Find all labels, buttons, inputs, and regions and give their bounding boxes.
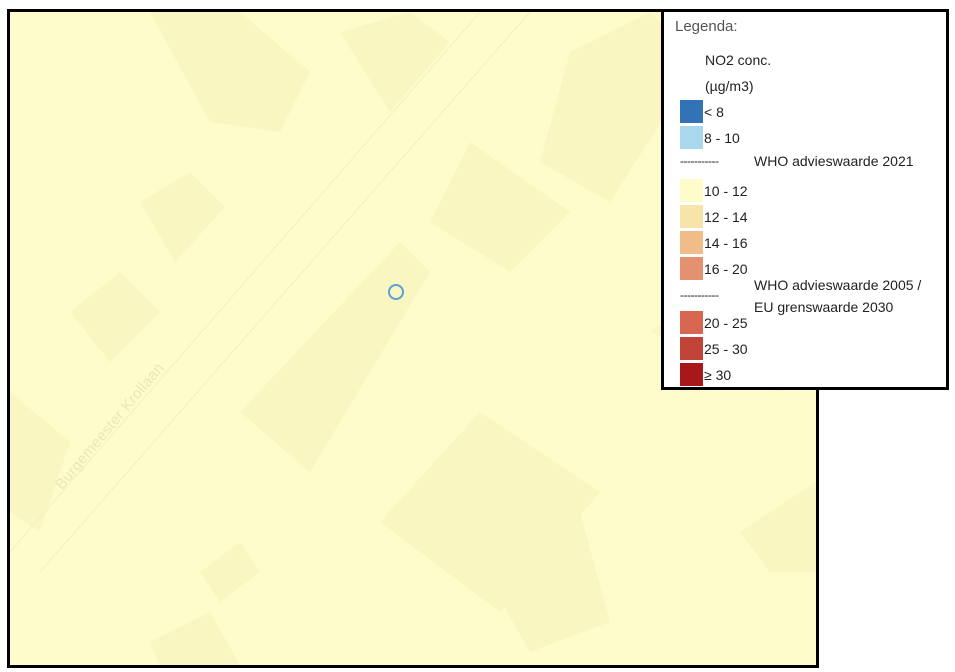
legend-swatch <box>680 100 703 123</box>
building <box>150 612 240 665</box>
legend-class-row: 25 - 30 <box>680 337 748 360</box>
legend-swatch <box>680 126 703 149</box>
legend-class-label: 12 - 14 <box>704 208 748 225</box>
legend-class-label: ≥ 30 <box>704 366 732 383</box>
threshold-label-1: WHO advieswaarde 2021 <box>754 153 914 169</box>
location-marker[interactable] <box>388 284 404 300</box>
legend-class-row: 12 - 14 <box>680 205 748 228</box>
threshold-label-2-line2: EU grenswaarde 2030 <box>754 299 894 315</box>
threshold-label-2-line1: WHO advieswaarde 2005 / <box>754 277 922 293</box>
legend-swatch <box>680 205 703 228</box>
legend-class-label: 8 - 10 <box>704 129 740 146</box>
legend-class-label: < 8 <box>704 103 724 120</box>
legend-class-label: 10 - 12 <box>704 182 748 199</box>
legend-class-row: 20 - 25 <box>680 311 748 334</box>
legend-swatch <box>680 257 703 280</box>
legend-panel: Legenda: NO2 conc. (µg/m3) < 8 8 - 10 --… <box>661 9 949 390</box>
legend-class-row: 10 - 12 <box>680 179 748 202</box>
legend-swatch <box>680 311 703 334</box>
building <box>240 242 430 472</box>
legend-class-row: 16 - 20 <box>680 257 748 280</box>
legend-subtitle-line2: (µg/m3) <box>705 78 754 94</box>
legend-class-row: ≥ 30 <box>680 363 731 386</box>
building <box>140 172 225 262</box>
legend-swatch <box>680 179 703 202</box>
building <box>70 272 160 362</box>
legend-swatch <box>680 363 703 386</box>
building <box>200 542 260 602</box>
threshold-dash-2: ----------- <box>680 288 719 302</box>
legend-class-row: < 8 <box>680 100 724 123</box>
legend-class-label: 14 - 16 <box>704 234 748 251</box>
legend-class-label: 16 - 20 <box>704 260 748 277</box>
building <box>10 392 70 532</box>
legend-class-label: 20 - 25 <box>704 314 748 331</box>
legend-swatch <box>680 337 703 360</box>
legend-class-row: 8 - 10 <box>680 126 740 149</box>
legend-title: Legenda: <box>675 18 738 35</box>
legend-class-label: 25 - 30 <box>704 340 748 357</box>
building <box>340 12 450 112</box>
threshold-dash-1: ----------- <box>680 154 719 168</box>
legend-swatch <box>680 231 703 254</box>
building <box>740 482 816 572</box>
legend-subtitle-line1: NO2 conc. <box>705 52 772 68</box>
legend-class-row: 14 - 16 <box>680 231 748 254</box>
building <box>150 12 310 132</box>
